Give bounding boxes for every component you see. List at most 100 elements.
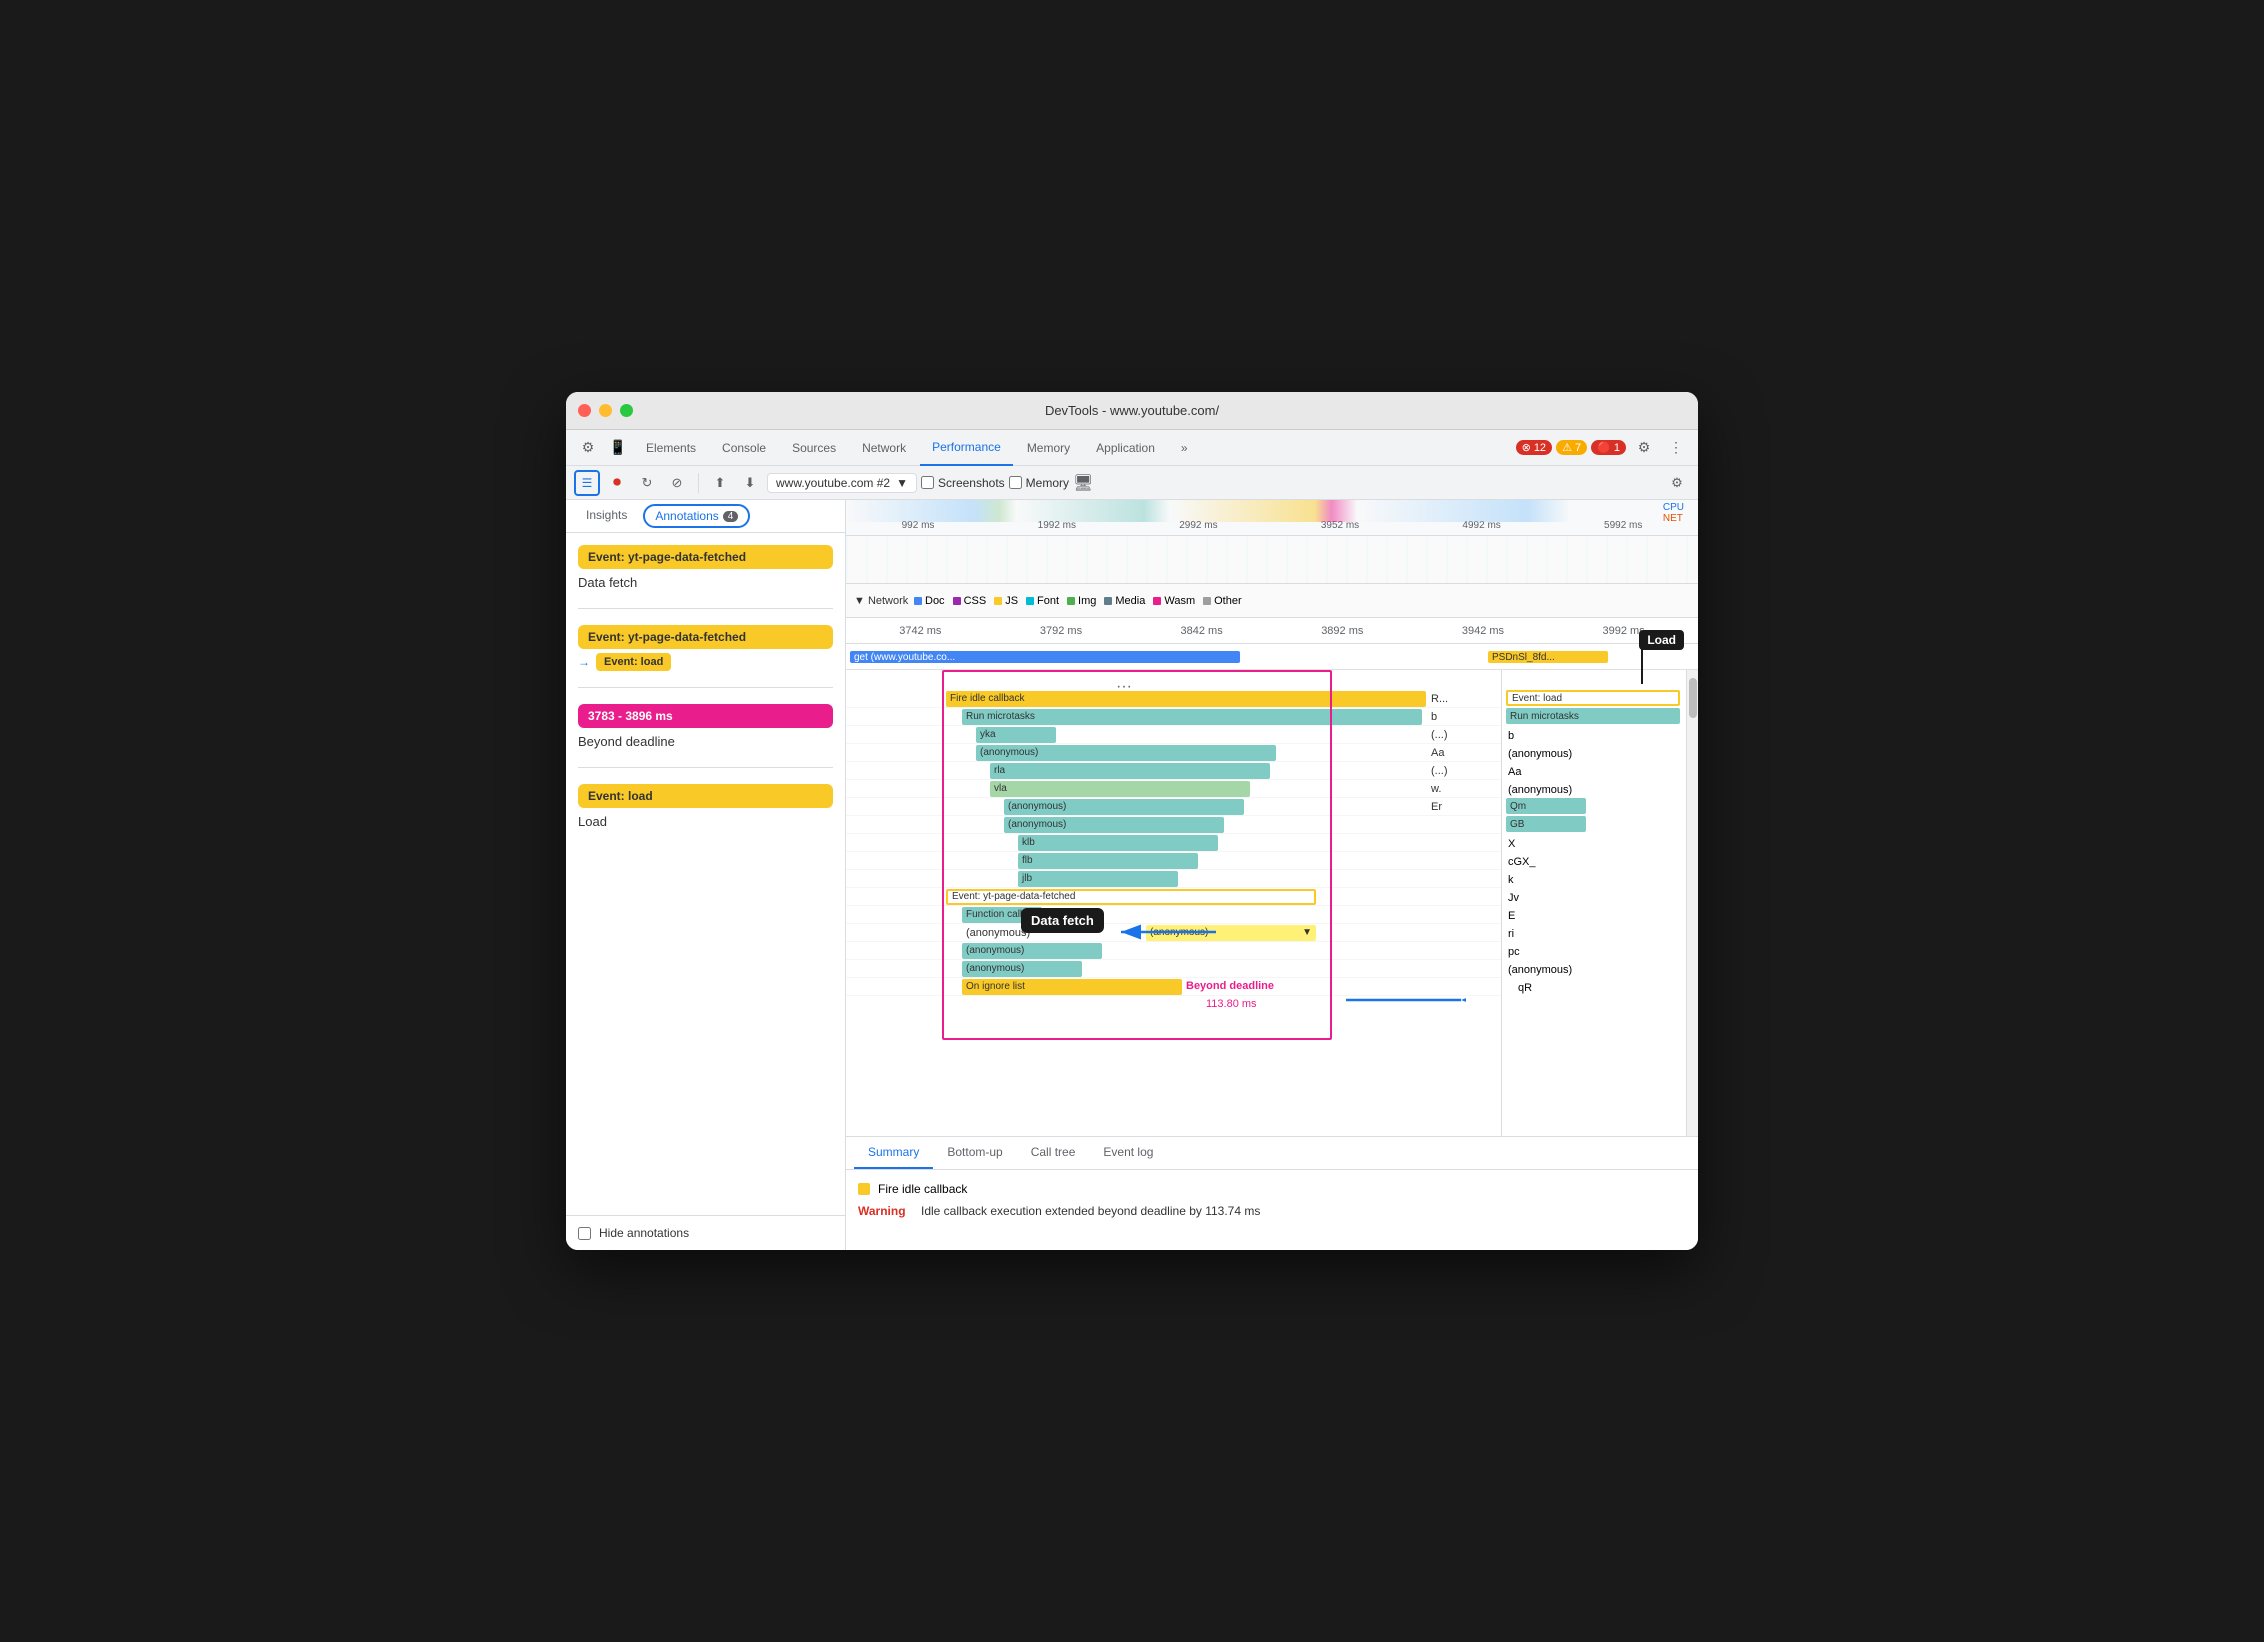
- flame-block-run-micro[interactable]: Run microtasks: [962, 709, 1422, 725]
- network-psd-bar[interactable]: PSDnSl_8fd...: [1488, 651, 1608, 663]
- flame-block-jlb[interactable]: jlb: [1018, 871, 1178, 887]
- flame-block-flb[interactable]: flb: [1018, 853, 1198, 869]
- flame-block-yka[interactable]: yka: [976, 727, 1056, 743]
- screenshots-checkbox-label[interactable]: Screenshots: [921, 476, 1005, 490]
- flame-block-rla[interactable]: rla: [990, 763, 1270, 779]
- flame-block-anon-3[interactable]: (anonymous): [976, 745, 1276, 761]
- flame-row-r1[interactable]: Run microtasks: [1504, 708, 1684, 726]
- warn-badge[interactable]: ⚠ 7: [1556, 440, 1587, 455]
- info-badge[interactable]: 🔴 1: [1591, 440, 1626, 455]
- tab-application[interactable]: Application: [1084, 430, 1167, 466]
- flame-row-15[interactable]: (anonymous): [846, 960, 1501, 978]
- arrow-target-tag[interactable]: Event: load: [596, 653, 671, 671]
- flame-chart-main[interactable]: ··· Fire idle callback Run microtasks yk…: [846, 670, 1698, 1136]
- flame-block-anon-15[interactable]: (anonymous): [962, 961, 1082, 977]
- flame-block-anon-dd[interactable]: (anonymous)▼: [1146, 925, 1316, 941]
- flame-block-ignore[interactable]: On ignore list: [962, 979, 1182, 995]
- flame-row-r10[interactable]: k: [1504, 870, 1518, 888]
- vertical-scrollbar[interactable]: [1686, 670, 1698, 1136]
- record-button[interactable]: ⏺: [604, 470, 630, 496]
- flame-row-r3[interactable]: (anonymous): [1504, 744, 1576, 762]
- flame-row-r16[interactable]: qR: [1514, 978, 1536, 996]
- flame-block-event-ytpage[interactable]: Event: yt-page-data-fetched: [946, 889, 1316, 905]
- flame-row-5[interactable]: vla: [846, 780, 1501, 798]
- annotation-tag-1[interactable]: Event: yt-page-data-fetched: [578, 545, 833, 569]
- flame-row-9[interactable]: flb: [846, 852, 1501, 870]
- annotation-tag-4[interactable]: Event: load: [578, 784, 833, 808]
- clear-button[interactable]: ⊘: [664, 470, 690, 496]
- qm-block[interactable]: Qm: [1506, 798, 1586, 814]
- flame-row-r0[interactable]: Event: load: [1504, 690, 1684, 708]
- tab-network[interactable]: Network: [850, 430, 918, 466]
- flame-block-klb[interactable]: klb: [1018, 835, 1218, 851]
- tab-console[interactable]: Console: [710, 430, 778, 466]
- flame-row-12[interactable]: Function call: [846, 906, 1501, 924]
- tab-memory[interactable]: Memory: [1015, 430, 1082, 466]
- flame-row-r4[interactable]: Aa: [1504, 762, 1525, 780]
- flame-row-14[interactable]: (anonymous): [846, 942, 1501, 960]
- bottom-tab-calltree[interactable]: Call tree: [1017, 1137, 1090, 1169]
- flame-row-6[interactable]: (anonymous): [846, 798, 1501, 816]
- flame-block-anon-6[interactable]: (anonymous): [1004, 799, 1244, 815]
- flame-row-3[interactable]: (anonymous): [846, 744, 1501, 762]
- flame-row-8[interactable]: klb: [846, 834, 1501, 852]
- tab-performance[interactable]: Performance: [920, 430, 1013, 466]
- flame-row-r5[interactable]: (anonymous): [1504, 780, 1576, 798]
- device-mode-icon[interactable]: 📱: [604, 434, 632, 462]
- flame-row-7[interactable]: (anonymous): [846, 816, 1501, 834]
- flame-row-r8[interactable]: X: [1504, 834, 1519, 852]
- url-select[interactable]: www.youtube.com #2 ▼: [767, 473, 917, 493]
- screenshots-checkbox[interactable]: [921, 476, 934, 489]
- flame-row-10[interactable]: jlb: [846, 870, 1501, 888]
- bottom-tab-summary[interactable]: Summary: [854, 1137, 933, 1169]
- insights-tab[interactable]: Insights: [574, 500, 639, 532]
- tab-more[interactable]: »: [1169, 430, 1200, 466]
- hide-annotations-checkbox[interactable]: [578, 1227, 591, 1240]
- flame-overview[interactable]: [846, 536, 1698, 584]
- flame-row-2[interactable]: yka: [846, 726, 1501, 744]
- reload-button[interactable]: ↻: [634, 470, 660, 496]
- capture-settings-button[interactable]: ⚙: [1664, 470, 1690, 496]
- settings-icon[interactable]: ⚙: [1630, 434, 1658, 462]
- tab-elements[interactable]: Elements: [634, 430, 708, 466]
- more-options-icon[interactable]: ⋮: [1662, 434, 1690, 462]
- minimize-button[interactable]: [599, 404, 612, 417]
- flame-block-fire-idle[interactable]: Fire idle callback: [946, 691, 1426, 707]
- error-badge[interactable]: ⊗12: [1516, 440, 1552, 455]
- flame-row-r14[interactable]: pc: [1504, 942, 1524, 960]
- flame-row-r12[interactable]: E: [1504, 906, 1519, 924]
- flame-block-vla[interactable]: vla: [990, 781, 1250, 797]
- bottom-tab-eventlog[interactable]: Event log: [1089, 1137, 1167, 1169]
- scrollbar-thumb[interactable]: [1689, 678, 1697, 718]
- flame-row-r11[interactable]: Jv: [1504, 888, 1523, 906]
- memory-checkbox-label[interactable]: Memory: [1009, 476, 1069, 490]
- flame-left[interactable]: ··· Fire idle callback Run microtasks yk…: [846, 670, 1501, 1136]
- flame-block-anon-14[interactable]: (anonymous): [962, 943, 1102, 959]
- flame-right[interactable]: Event: load Run microtasks b (anonymous)…: [1501, 670, 1686, 1136]
- network-get-bar[interactable]: get (www.youtube.co...: [850, 651, 1240, 663]
- run-micro-r[interactable]: Run microtasks: [1506, 708, 1680, 724]
- flame-row-4[interactable]: rla: [846, 762, 1501, 780]
- maximize-button[interactable]: [620, 404, 633, 417]
- flame-row-11[interactable]: Event: yt-page-data-fetched: [846, 888, 1501, 906]
- annotations-tab[interactable]: Annotations 4: [643, 504, 750, 528]
- network-bar-row[interactable]: get (www.youtube.co... PSDnSl_8fd... Loa…: [846, 644, 1698, 670]
- flame-row-r9[interactable]: cGX_: [1504, 852, 1540, 870]
- flame-row-0[interactable]: Fire idle callback: [846, 690, 1501, 708]
- upload-button[interactable]: ⬆: [707, 470, 733, 496]
- flame-block-anon-7[interactable]: (anonymous): [1004, 817, 1224, 833]
- download-button[interactable]: ⬇: [737, 470, 763, 496]
- flame-row-r2[interactable]: b: [1504, 726, 1518, 744]
- flame-row-16[interactable]: On ignore list: [846, 978, 1501, 996]
- close-button[interactable]: [578, 404, 591, 417]
- inspect-icon[interactable]: ⚙: [574, 434, 602, 462]
- sidebar-toggle-button[interactable]: ☰: [574, 470, 600, 496]
- annotation-tag-3[interactable]: 3783 - 3896 ms: [578, 704, 833, 728]
- memory-checkbox[interactable]: [1009, 476, 1022, 489]
- gb-block[interactable]: GB: [1506, 816, 1586, 832]
- event-load-block[interactable]: Event: load: [1506, 690, 1680, 706]
- flame-row-1[interactable]: Run microtasks: [846, 708, 1501, 726]
- tab-sources[interactable]: Sources: [780, 430, 848, 466]
- annotation-tag-2[interactable]: Event: yt-page-data-fetched: [578, 625, 833, 649]
- flame-row-r13[interactable]: ri: [1504, 924, 1518, 942]
